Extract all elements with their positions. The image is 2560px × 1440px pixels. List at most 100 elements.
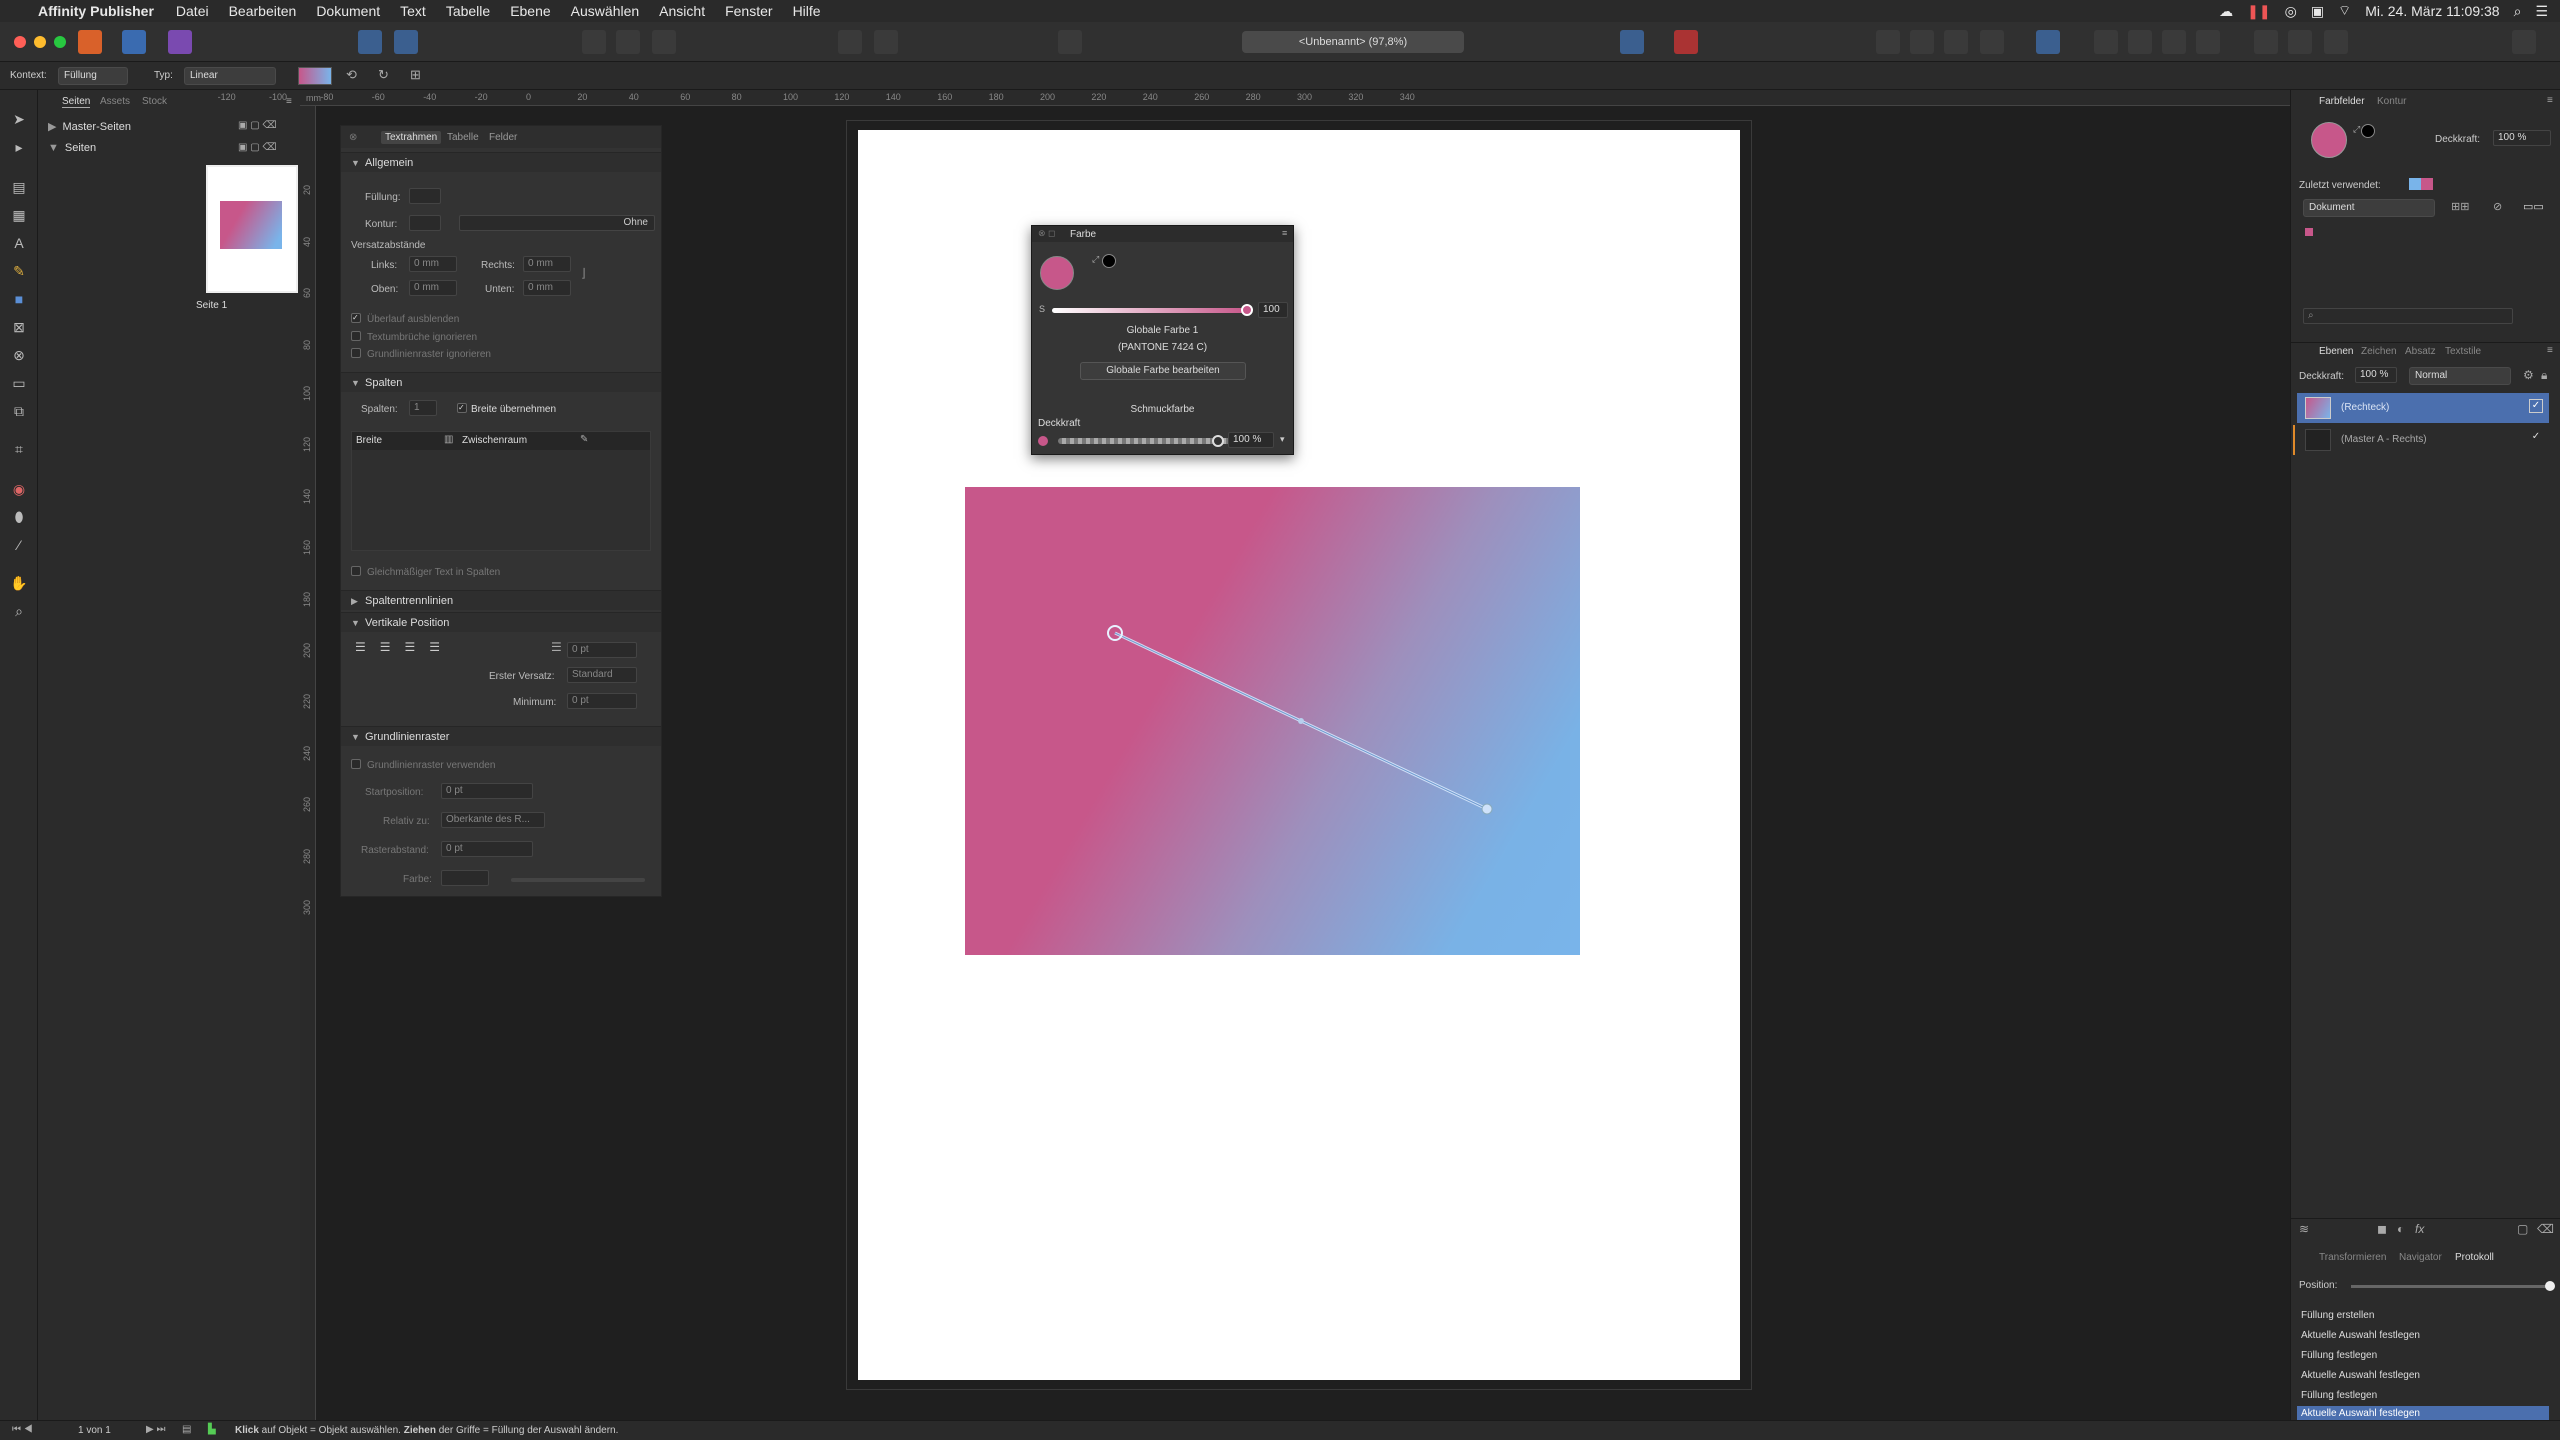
cloud-icon[interactable]: ☁ xyxy=(2219,3,2233,20)
arrange-backward-icon[interactable] xyxy=(1944,30,1968,54)
publisher-persona-icon[interactable] xyxy=(78,30,102,54)
history-item[interactable]: Füllung festlegen xyxy=(2301,1390,2377,1401)
search-icon[interactable]: ⌕ xyxy=(2514,3,2522,20)
swatch-search-input[interactable]: ⌕ xyxy=(2303,308,2513,324)
kontur-swatch[interactable] xyxy=(409,215,441,231)
section-vertikale-position[interactable]: ▼ Vertikale Position xyxy=(341,612,661,632)
tab-tabelle[interactable]: Tabelle xyxy=(447,132,479,143)
tab-transformieren[interactable]: Transformieren xyxy=(2319,1252,2386,1263)
ueberlauf-checkbox[interactable]: ✓ xyxy=(351,313,361,323)
menu-tabelle[interactable]: Tabelle xyxy=(446,3,490,19)
menu-fenster[interactable]: Fenster xyxy=(725,3,772,19)
farbe-slider[interactable] xyxy=(511,878,645,882)
arrange-front-icon[interactable] xyxy=(1876,30,1900,54)
grid-view-icon[interactable]: ⊞⊞ xyxy=(2451,200,2469,213)
edit-pencil-icon[interactable]: ✎ xyxy=(580,434,588,445)
minimize-window-button[interactable] xyxy=(34,36,46,48)
columns-table[interactable]: Breite ▥ Zwischenraum ✎ xyxy=(351,431,651,551)
tab-seiten[interactable]: Seiten xyxy=(62,96,91,108)
tab-absatz[interactable]: Absatz xyxy=(2405,346,2436,357)
next-page-icon[interactable]: ▶ ⏭ xyxy=(146,1424,165,1435)
layers-menu-icon[interactable]: ≡ xyxy=(2547,345,2553,356)
gradient-swatch[interactable] xyxy=(298,67,332,85)
gradient-handles[interactable] xyxy=(1100,620,1500,820)
gradient-mid-handle[interactable] xyxy=(1298,718,1304,724)
kontur-style-select[interactable]: Ohne xyxy=(459,215,655,231)
menu-dokument[interactable]: Dokument xyxy=(316,3,380,19)
rectangle-tool-icon[interactable]: ■ xyxy=(10,290,28,308)
history-item[interactable]: Aktuelle Auswahl festlegen xyxy=(2301,1330,2420,1341)
tab-navigator[interactable]: Navigator xyxy=(2399,1252,2442,1263)
close-window-button[interactable] xyxy=(14,36,26,48)
layer-row-master[interactable]: (Master A - Rechts) ✓ xyxy=(2293,425,2549,455)
fill-color-circle[interactable] xyxy=(1040,256,1074,290)
menu-auswaehlen[interactable]: Auswählen xyxy=(571,3,640,19)
s-slider[interactable] xyxy=(1052,308,1248,313)
app-icon[interactable]: ▣ xyxy=(2311,3,2324,20)
page-thumbnail[interactable]: Seite 1 xyxy=(168,165,302,387)
tab-ebenen[interactable]: Ebenen xyxy=(2319,346,2353,357)
section-spalten[interactable]: ▼ Spalten xyxy=(341,372,661,392)
persona-switch-icon[interactable] xyxy=(394,30,418,54)
startposition-field[interactable]: 0 pt xyxy=(441,783,533,799)
gradient-end-handle[interactable] xyxy=(1481,803,1493,815)
grundlinien-verwenden-checkbox[interactable] xyxy=(351,759,361,769)
menu-bearbeiten[interactable]: Bearbeiten xyxy=(229,3,297,19)
add-master-icon[interactable]: ▣ ▢ ⌫ xyxy=(238,120,277,131)
section-grundlinienraster[interactable]: ▼ Grundlinienraster xyxy=(341,726,661,746)
stroke-color-circle[interactable] xyxy=(2361,124,2375,138)
view-mode-icon[interactable] xyxy=(582,30,606,54)
horizontal-ruler[interactable]: -120 -100 -80 -60 -40 -20 0 20 40 60 80 100 120 140 16… xyxy=(218,90,2290,106)
color-picker-tool-icon[interactable]: ⁄ xyxy=(10,536,28,554)
recent-swatch-blue[interactable] xyxy=(2409,178,2421,190)
snapping-magnet-icon[interactable] xyxy=(1674,30,1698,54)
layer-settings-icon[interactable]: ⚙ xyxy=(2523,368,2534,382)
tab-protokoll[interactable]: Protokoll xyxy=(2455,1252,2494,1263)
mask-icon[interactable]: ◼ xyxy=(2377,1222,2387,1236)
preview-mode-icon[interactable] xyxy=(616,30,640,54)
text-wrap-icon[interactable] xyxy=(2254,30,2278,54)
pen-tool-icon[interactable]: ✎ xyxy=(10,262,28,280)
edit-global-color-button[interactable]: Globale Farbe bearbeiten xyxy=(1080,362,1246,380)
move-tool-icon[interactable]: ➤ xyxy=(10,110,28,128)
minimum-field[interactable]: 0 pt xyxy=(567,693,637,709)
pause-icon[interactable]: ❚❚ xyxy=(2247,3,2270,20)
wifi-icon[interactable]: ⌔ xyxy=(2338,2,2351,20)
control-center-icon[interactable]: ☰ xyxy=(2535,3,2548,20)
tab-farbfelder[interactable]: Farbfelder xyxy=(2319,96,2365,107)
kontext-select[interactable]: Füllung xyxy=(58,67,128,85)
layer-visibility-checkbox[interactable]: ✓ xyxy=(2529,399,2543,413)
s-value-field[interactable]: 100 xyxy=(1258,302,1288,318)
deckkraft-field[interactable]: 100 % xyxy=(2493,130,2551,146)
history-item[interactable]: Füllung festlegen xyxy=(2301,1350,2377,1361)
opacity-slider-knob[interactable] xyxy=(1212,435,1224,447)
tab-textstile[interactable]: Textstile xyxy=(2445,346,2481,357)
artistic-text-tool-icon[interactable]: A xyxy=(10,234,28,252)
place-image-tool-icon[interactable]: ▭ xyxy=(10,374,28,392)
relativ-select[interactable]: Oberkante des R... xyxy=(441,812,545,828)
pages-row[interactable]: ▼ Seiten xyxy=(48,142,96,154)
first-page-icon[interactable]: ⏮ ◀ xyxy=(12,1424,33,1435)
breite-uebernehmen-checkbox[interactable]: ✓ xyxy=(457,403,467,413)
history-item[interactable]: Aktuelle Auswahl festlegen xyxy=(2301,1370,2420,1381)
picture-frame-tool-icon[interactable]: ⊠ xyxy=(10,318,28,336)
black-white-icon[interactable]: ▭▭ xyxy=(2523,200,2544,213)
frame-icon[interactable] xyxy=(874,30,898,54)
menu-text[interactable]: Text xyxy=(400,3,426,19)
adjustment-icon[interactable]: ◐ xyxy=(2397,1222,2404,1236)
link-icon[interactable] xyxy=(2324,30,2348,54)
opacity-field[interactable]: 100 % xyxy=(1228,432,1274,448)
reverse-gradient-icon[interactable]: ⟲ xyxy=(346,67,364,85)
preflight-status-icon[interactable]: ▙ xyxy=(208,1424,216,1435)
none-swatch-icon[interactable]: ⊘ xyxy=(2493,200,2502,213)
layer-deckkraft-field[interactable]: 100 % xyxy=(2355,367,2397,383)
zoom-window-button[interactable] xyxy=(54,36,66,48)
document-title[interactable]: <Unbenannt> (97,8%) xyxy=(1242,31,1464,53)
popup-menu-icon[interactable]: ≡ xyxy=(1282,228,1287,238)
flip-vertical-icon[interactable] xyxy=(2128,30,2152,54)
typ-select[interactable]: Linear xyxy=(184,67,276,85)
fuellung-swatch[interactable] xyxy=(409,188,441,204)
photo-persona-icon[interactable] xyxy=(168,30,192,54)
erster-versatz-select[interactable]: Standard xyxy=(567,667,637,683)
color-picker-icon[interactable] xyxy=(1620,30,1644,54)
